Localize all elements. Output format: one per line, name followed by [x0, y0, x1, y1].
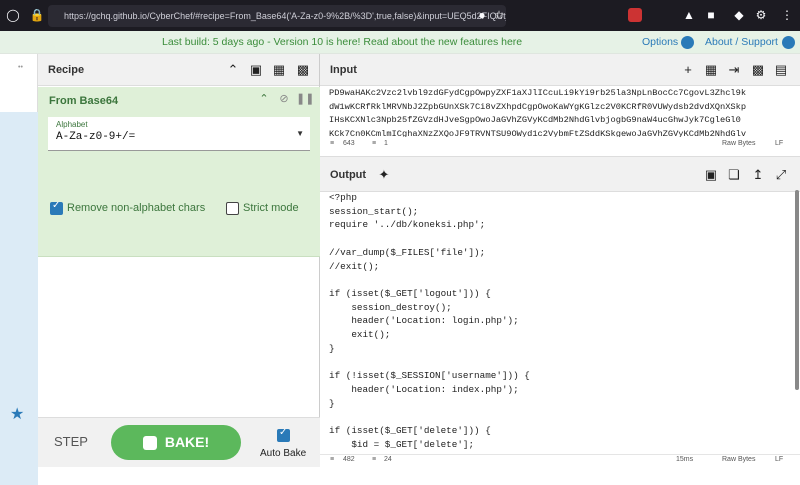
- output-scrollbar[interactable]: [795, 190, 799, 390]
- lines-icon: ≡: [372, 140, 377, 147]
- lock-icon[interactable]: 🔒: [28, 6, 46, 24]
- favourites-star-icon[interactable]: ★: [10, 404, 24, 424]
- input-eol[interactable]: LF: [775, 140, 783, 147]
- load-file-icon[interactable]: ⇥: [726, 62, 742, 78]
- output-length: 482: [343, 456, 355, 463]
- output-textarea[interactable]: <?php session_start(); require '../db/ko…: [329, 191, 789, 451]
- chevron-up-icon[interactable]: ⌃: [256, 91, 272, 107]
- copy-output-icon[interactable]: ❏: [726, 167, 742, 183]
- input-header: Input + ▦ ⇥ ▩ ▤: [320, 54, 800, 86]
- auto-bake-label[interactable]: Auto Bake: [260, 448, 306, 459]
- browser-toolbar: ◯ 🔒 https://gchq.github.io/CyberChef/#re…: [0, 0, 800, 31]
- output-header: Output ✦ ▣ ❏ ↥ ⤢: [320, 156, 800, 192]
- extensions-puzzle-icon[interactable]: ⚙: [752, 6, 770, 24]
- input-title: Input: [330, 64, 357, 76]
- url-bar[interactable]: https://gchq.github.io/CyberChef/#recipe…: [48, 5, 506, 27]
- notice-text[interactable]: Last build: 5 days ago - Version 10 is h…: [162, 31, 522, 54]
- rail-highlight: [0, 112, 38, 485]
- output-title: Output: [330, 169, 367, 181]
- output-status-bar: ≡ 482 ≡ 24 15ms Raw Bytes LF: [320, 454, 800, 466]
- lines-icon: ≡: [372, 456, 377, 463]
- clear-input-icon[interactable]: ▩: [750, 62, 766, 78]
- input-textarea[interactable]: PD9waHAKc2Vzc2lvbl9zdGFydCgpOwpyZXF1aXJl…: [329, 87, 797, 137]
- layout-icon[interactable]: ▤: [773, 62, 789, 78]
- operation-name: From Base64: [49, 95, 119, 107]
- operations-rail: •• ★: [0, 54, 38, 485]
- io-pane: Input + ▦ ⇥ ▩ ▤ PD9waHAKc2Vzc2lvbl9zdGFy…: [320, 54, 800, 467]
- menu-icon[interactable]: ⋮: [778, 6, 796, 24]
- output-lines: 24: [384, 456, 392, 463]
- about-link[interactable]: About / Support: [705, 31, 778, 54]
- bookmark-star-icon[interactable]: ☆: [490, 6, 508, 24]
- shield-icon[interactable]: ◯: [4, 6, 22, 24]
- chef-icon: [142, 436, 157, 451]
- magic-wand-icon[interactable]: ✦: [376, 167, 392, 183]
- metamask-icon[interactable]: ◆: [730, 6, 748, 24]
- recipe-title: Recipe: [48, 64, 85, 76]
- save-icon[interactable]: ▣: [248, 62, 264, 78]
- open-folder-icon[interactable]: ▦: [703, 62, 719, 78]
- step-button[interactable]: STEP: [54, 434, 88, 449]
- alphabet-label: Alphabet: [56, 120, 88, 129]
- trash-icon[interactable]: ▩: [295, 62, 311, 78]
- notice-bar: Last build: 5 days ago - Version 10 is h…: [0, 31, 800, 54]
- operation-card[interactable]: From Base64 ⌃ ⊘ ❚❚ Alphabet A-Za-z0-9+/=…: [38, 87, 320, 257]
- recipe-pane: Recipe ⌃ ▣ ▦ ▩ From Base64 ⌃ ⊘ ❚❚ Alphab…: [38, 54, 320, 467]
- help-icon[interactable]: [782, 36, 795, 49]
- length-icon: ≡: [330, 140, 335, 147]
- pause-icon[interactable]: ❚❚: [296, 91, 314, 107]
- extension-icon[interactable]: ▲: [680, 6, 698, 24]
- input-length: 643: [343, 140, 355, 147]
- chevron-up-icon[interactable]: ⌃: [225, 62, 241, 78]
- extension-badge-icon[interactable]: [628, 8, 642, 22]
- bake-button[interactable]: BAKE!: [111, 425, 241, 460]
- auto-bake-checkbox[interactable]: ✓: [277, 427, 290, 442]
- extension-icon[interactable]: ●: [473, 6, 491, 24]
- alphabet-value: A-Za-z0-9+/=: [56, 131, 136, 143]
- save-output-icon[interactable]: ▣: [703, 167, 719, 183]
- bake-label: BAKE!: [164, 434, 210, 450]
- bake-time: 15ms: [676, 456, 694, 463]
- output-eol[interactable]: LF: [775, 456, 783, 463]
- checkmark-icon: ✓: [52, 200, 61, 211]
- add-tab-icon[interactable]: +: [680, 62, 696, 78]
- disable-icon[interactable]: ⊘: [276, 91, 292, 107]
- remove-non-alphabet-checkbox[interactable]: ✓: [50, 200, 63, 215]
- rail-count: ••: [18, 64, 23, 71]
- remove-non-alphabet-label[interactable]: Remove non-alphabet chars: [67, 202, 205, 214]
- folder-icon[interactable]: ▦: [271, 62, 287, 78]
- length-icon: ≡: [330, 456, 335, 463]
- maximise-icon[interactable]: ⤢: [773, 167, 789, 183]
- dropdown-arrow-icon: ▼: [296, 129, 304, 138]
- input-encoding[interactable]: Raw Bytes: [722, 140, 755, 147]
- input-status-bar: ≡ 643 ≡ 1 Raw Bytes LF: [320, 140, 800, 152]
- checkmark-icon: ✓: [279, 427, 288, 438]
- replace-input-icon[interactable]: ↥: [750, 167, 766, 183]
- recipe-footer: STEP BAKE! ✓ Auto Bake: [38, 417, 320, 467]
- input-lines: 1: [384, 140, 388, 147]
- recipe-header: Recipe ⌃ ▣ ▦ ▩: [38, 54, 319, 86]
- output-encoding[interactable]: Raw Bytes: [722, 456, 755, 463]
- gear-icon[interactable]: [681, 36, 694, 49]
- extension-icon[interactable]: ■: [702, 6, 720, 24]
- options-link[interactable]: Options: [642, 31, 678, 54]
- alphabet-select[interactable]: Alphabet A-Za-z0-9+/= ▼: [48, 117, 310, 151]
- strict-mode-checkbox[interactable]: [226, 202, 239, 215]
- strict-mode-label[interactable]: Strict mode: [243, 202, 299, 214]
